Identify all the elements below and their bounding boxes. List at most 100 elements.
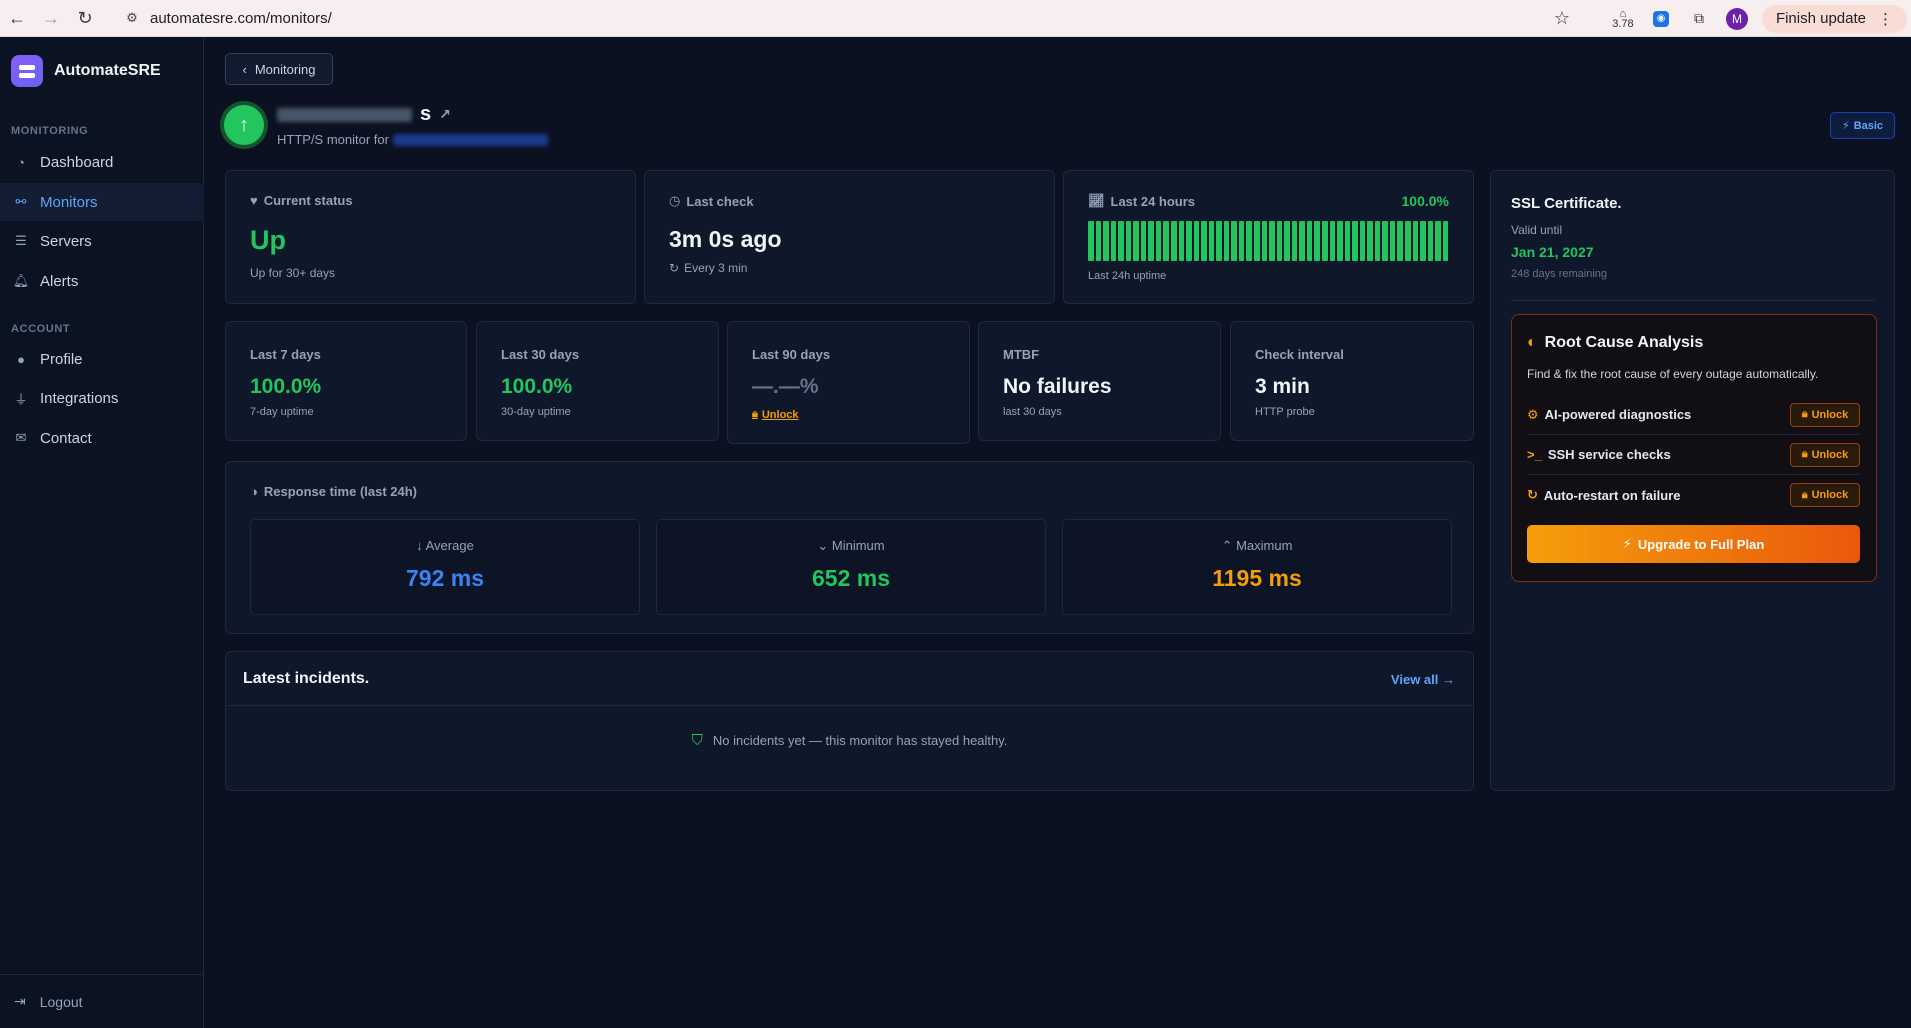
- restart-icon: ↻: [1527, 487, 1538, 502]
- unlock-button[interactable]: 🔒︎ Unlock: [1790, 402, 1860, 427]
- unlock-button[interactable]: 🔒︎ Unlock: [1790, 483, 1860, 507]
- average-value: 792 ms: [405, 565, 484, 591]
- back-arrow-icon[interactable]: ←: [0, 3, 34, 33]
- stat-value: 100.0%: [501, 375, 573, 398]
- finish-update-label: Finish update: [1775, 10, 1866, 27]
- sidebar-item-integrations[interactable]: ⏚ Integrations: [0, 379, 204, 417]
- reload-icon[interactable]: ↻: [68, 3, 102, 33]
- puzzle-icon[interactable]: ⧉: [1680, 4, 1718, 34]
- ssl-days-remaining: 248 days remaining: [1511, 268, 1608, 280]
- logout-button[interactable]: ⇥ Logout: [0, 974, 204, 1028]
- gauge-icon: ◔: [17, 154, 25, 170]
- maximum-label: ⌃ Maximum: [1063, 538, 1451, 554]
- uptime-bar: [1412, 221, 1419, 261]
- bookmark-star-icon[interactable]: ☆: [1554, 8, 1570, 29]
- rca-feature-text: SSH service checks: [1547, 447, 1671, 462]
- stat-sub: HTTP probe: [1255, 406, 1315, 418]
- ssl-title: SSL Certificate.: [1511, 195, 1622, 212]
- external-link-icon[interactable]: ↗: [439, 106, 451, 123]
- divider: [1511, 300, 1876, 301]
- clock-icon: ◷: [669, 193, 681, 208]
- robot-icon: ⚙: [1527, 406, 1539, 422]
- unlock-button[interactable]: 🔒︎ Unlock: [1790, 442, 1860, 467]
- monitor-subtitle: HTTP/S monitor for: [277, 132, 548, 147]
- unlock-button-label: Unlock: [1811, 448, 1849, 461]
- rca-feature-text: AI-powered diagnostics: [1544, 407, 1692, 422]
- unlock-button-label: Unlock: [1811, 489, 1849, 501]
- uptime-bar: [1314, 221, 1320, 261]
- uptime-bar: [1389, 221, 1396, 261]
- finish-update-button[interactable]: Finish update ⋮: [1761, 4, 1907, 33]
- minimum-label: ⌄ Minimum: [657, 538, 1045, 554]
- uptime-bar: [1269, 221, 1275, 261]
- uptime-bar: [1344, 221, 1351, 261]
- uptime-bar: [1163, 221, 1170, 261]
- upgrade-button[interactable]: ⚡︎ Upgrade to Full Plan: [1527, 525, 1860, 563]
- last-24h-label: 📈︎ Last 24 hours: [1088, 193, 1195, 209]
- sidebar-item-label: Servers: [40, 232, 92, 250]
- stat-card-90-days: Last 90 days —.—% 🔒︎ Unlock: [727, 321, 970, 444]
- minimum-label-text: Minimum: [831, 538, 885, 553]
- bell-icon: 🔔︎: [12, 273, 30, 288]
- extension-badge[interactable]: ⌂ 3.78: [1604, 4, 1642, 34]
- sidebar-item-label: Monitors: [40, 193, 98, 211]
- uptime-bar: [1118, 221, 1124, 261]
- uptime-bar: [1359, 221, 1366, 261]
- sidebar-item-dashboard[interactable]: ◔ Dashboard: [0, 143, 204, 181]
- stat-card-mtbf: MTBF No failures last 30 days: [978, 321, 1221, 441]
- extension-icon[interactable]: ◉: [1642, 4, 1680, 34]
- view-all-link[interactable]: View all →: [1391, 672, 1455, 687]
- ssl-valid-label: Valid until: [1511, 223, 1563, 237]
- uptime-bar: [1435, 221, 1441, 261]
- brand-name: AutomateSRE: [54, 62, 161, 79]
- uptime-bar: [1246, 221, 1253, 261]
- sidebar-item-profile[interactable]: ● Profile: [0, 340, 204, 378]
- rca-feature-label: >_ SSH service checks: [1527, 447, 1671, 462]
- uptime-bar: [1171, 221, 1177, 261]
- maximum-label-text: Maximum: [1236, 538, 1293, 553]
- extension-count: 3.78: [1612, 17, 1634, 30]
- address-bar[interactable]: ⚙ automatesre.com/monitors/ ☆: [118, 3, 1598, 33]
- rca-feature-label: ⚙ AI-powered diagnostics: [1527, 407, 1691, 423]
- stat-label: Check interval: [1255, 347, 1344, 362]
- minimum-value: 652 ms: [811, 565, 890, 591]
- uptime-bar: [1178, 221, 1185, 261]
- uptime-bar: [1231, 221, 1237, 261]
- last-check-card: ◷ Last check 3m 0s ago ↻ Every 3 min: [644, 170, 1055, 304]
- monitor-title-end: s: [420, 103, 432, 125]
- speed-icon: ◑: [250, 484, 258, 499]
- chevron-down-icon: ⌄: [817, 538, 832, 553]
- forward-arrow-icon[interactable]: →: [34, 3, 68, 33]
- signal-icon: ⚯: [15, 194, 27, 209]
- sidebar-item-label: Integrations: [40, 389, 119, 407]
- incidents-title: Latest incidents.: [243, 670, 370, 687]
- profile-button[interactable]: M: [1718, 4, 1756, 34]
- mail-icon: ✉: [15, 430, 27, 445]
- sidebar-item-monitors[interactable]: ⚯ Monitors: [0, 183, 204, 221]
- check-frequency: ↻ Every 3 min: [669, 261, 747, 275]
- lock-icon: 🔒︎: [752, 408, 758, 420]
- back-to-monitoring-button[interactable]: ‹ Monitoring: [225, 53, 333, 85]
- last-check-label: ◷ Last check: [669, 193, 754, 209]
- stat-label: Last 7 days: [250, 347, 321, 362]
- plan-badge[interactable]: ⚡︎ Basic: [1830, 112, 1895, 139]
- sidebar-item-servers[interactable]: ☰ Servers: [0, 222, 204, 260]
- maximum-response-box: ⌃ Maximum 1195 ms: [1062, 519, 1452, 615]
- unlock-90-days-link[interactable]: 🔒︎ Unlock: [752, 408, 799, 421]
- url-text[interactable]: automatesre.com/monitors/: [150, 10, 332, 27]
- stat-card-check-interval: Check interval 3 min HTTP probe: [1230, 321, 1474, 441]
- uptime-bar: [1110, 221, 1117, 261]
- maximum-value: 1195 ms: [1212, 565, 1302, 591]
- lock-icon: 🔒︎: [1801, 408, 1808, 420]
- current-status-value: Up: [250, 225, 286, 255]
- brand[interactable]: AutomateSRE: [11, 55, 161, 87]
- uptime-bar: [1201, 221, 1207, 261]
- check-frequency-text: Every 3 min: [684, 261, 748, 275]
- sidebar-item-contact[interactable]: ✉ Contact: [0, 419, 204, 457]
- minimum-response-box: ⌄ Minimum 652 ms: [656, 519, 1046, 615]
- sidebar-item-alerts[interactable]: 🔔︎ Alerts: [0, 262, 204, 300]
- incidents-header: Latest incidents. View all →: [226, 652, 1473, 706]
- last-check-label-text: Last check: [686, 193, 754, 209]
- stat-value: No failures: [1003, 375, 1112, 398]
- site-info-icon[interactable]: ⚙: [118, 10, 146, 26]
